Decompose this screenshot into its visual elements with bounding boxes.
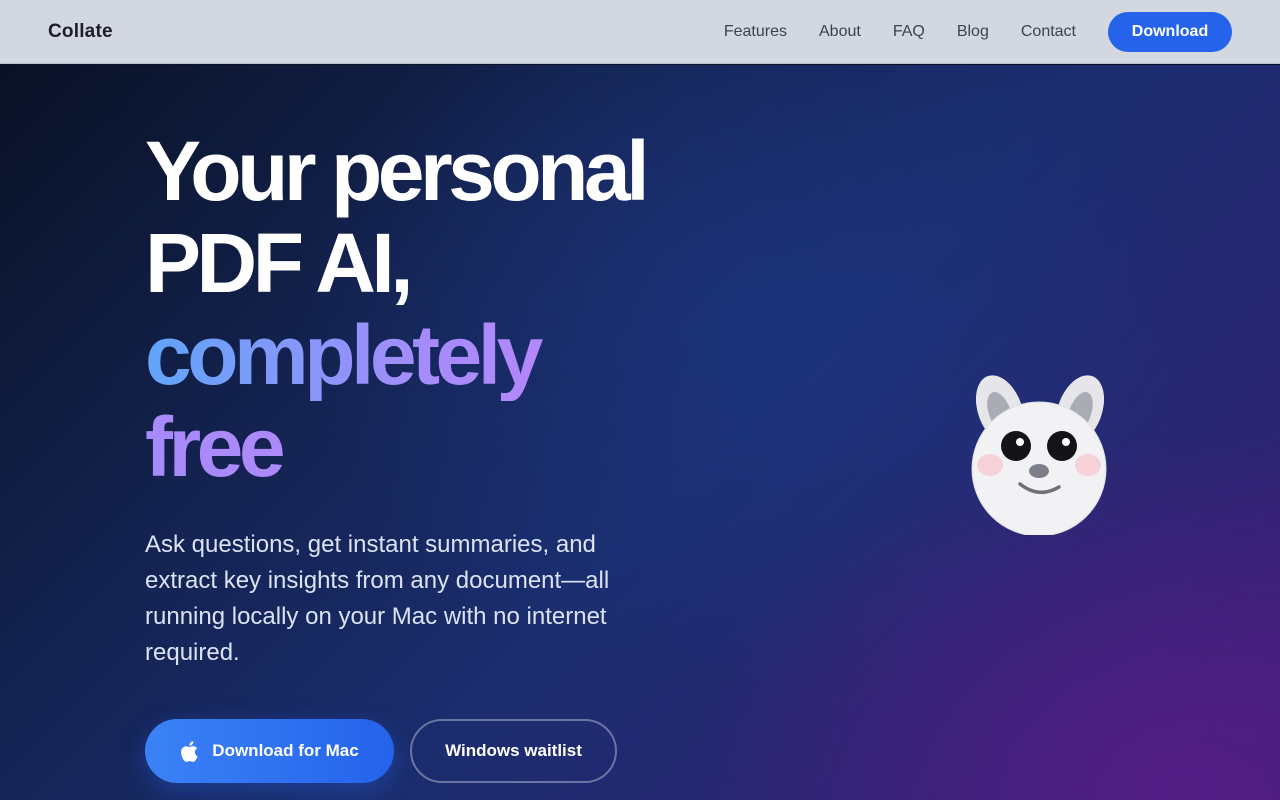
hero-subtitle: Ask questions, get instant summaries, an… [145,531,610,666]
headline-line-4: free [145,401,665,493]
apple-icon [180,740,198,762]
brand-logo[interactable]: Collate [48,21,113,43]
windows-waitlist-button[interactable]: Windows waitlist [410,719,617,783]
main-nav: Features About FAQ Blog Contact Download [724,11,1232,52]
headline-line-1: Your personal [145,124,650,218]
headline-line-3: completely [145,309,665,401]
headline-line-2: PDF AI, [145,216,414,310]
hero-headline: Your personal PDF AI, completely free [145,125,665,493]
nav-link-features[interactable]: Features [724,23,787,41]
download-for-mac-button[interactable]: Download for Mac [145,719,394,783]
header-download-button[interactable]: Download [1108,11,1232,52]
nav-link-about[interactable]: About [819,23,861,41]
top-navbar: Collate Features About FAQ Blog Contact … [0,0,1280,64]
nav-link-faq[interactable]: FAQ [893,23,925,41]
download-for-mac-label: Download for Mac [212,741,359,760]
bunny-mascot-icon [960,365,1120,537]
hero-section: Your personal PDF AI, completely free As… [0,65,1280,800]
hero-content: Your personal PDF AI, completely free As… [145,125,665,783]
cta-row: Download for Mac Windows waitlist [145,719,665,783]
nav-link-blog[interactable]: Blog [957,23,989,41]
nav-link-contact[interactable]: Contact [1021,23,1076,41]
